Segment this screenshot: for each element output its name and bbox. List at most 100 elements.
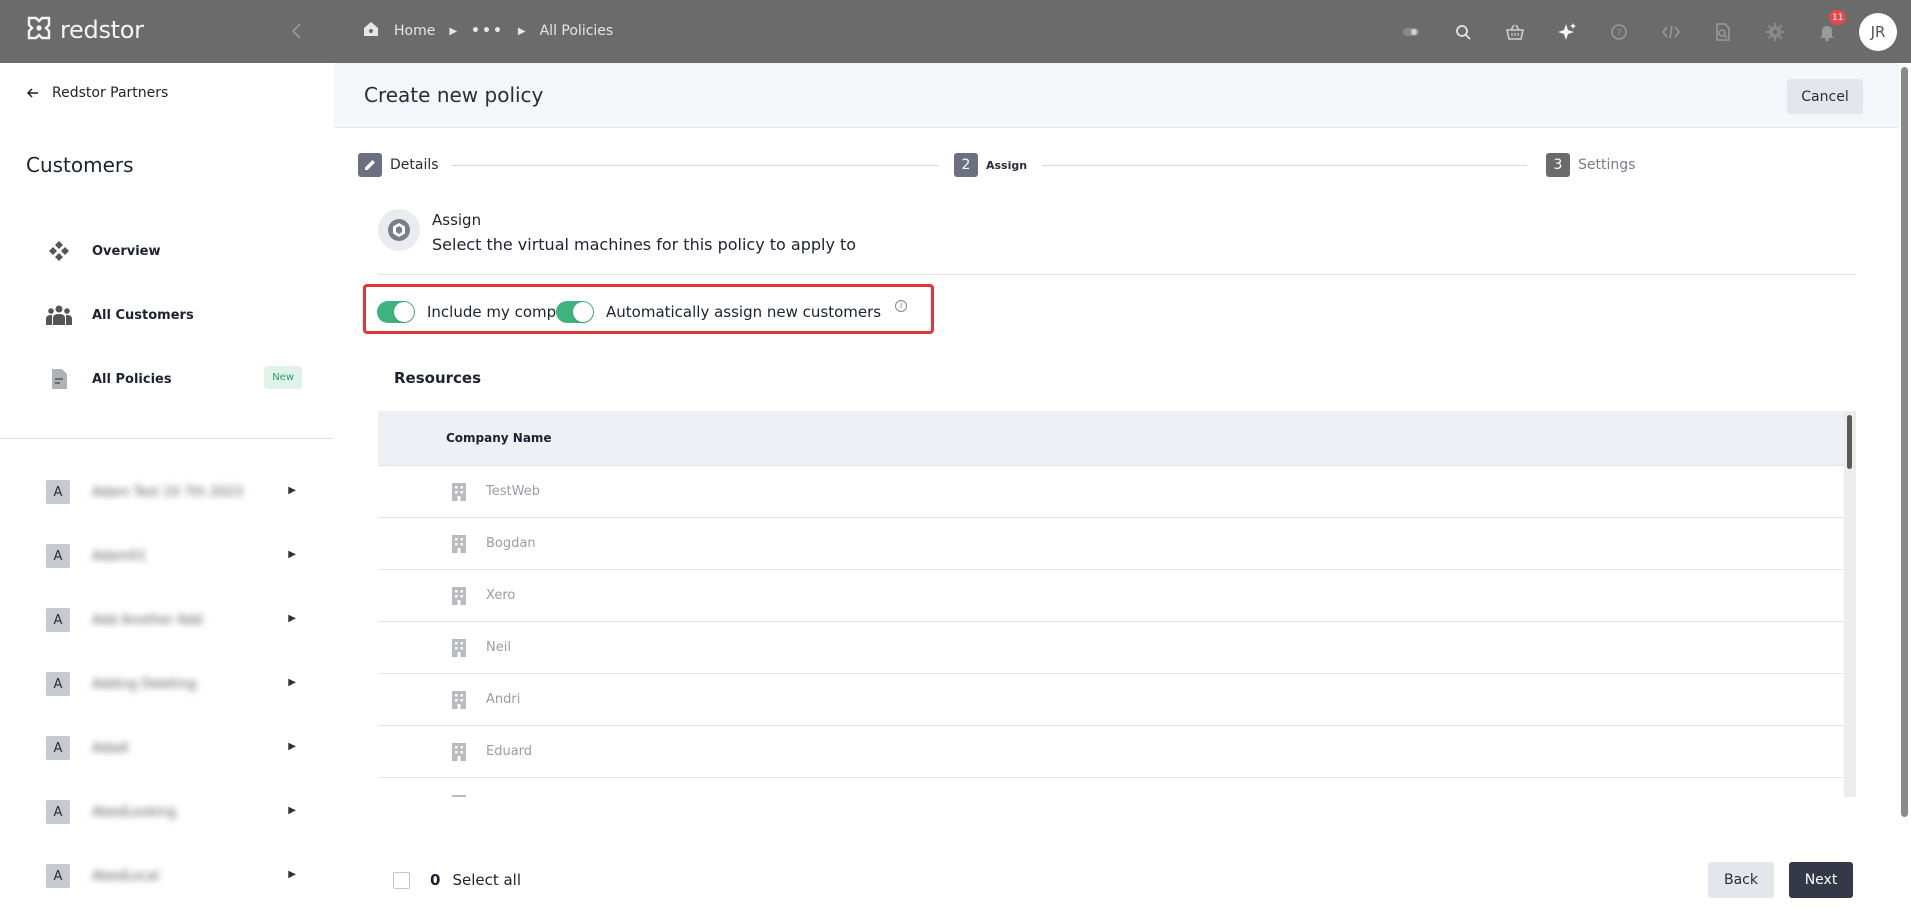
step-settings[interactable]: 3 Settings (1546, 153, 1635, 177)
step-details[interactable]: Details (358, 153, 439, 177)
customer-avatar: A (46, 800, 70, 824)
building-icon (452, 482, 466, 501)
sparkle-icon[interactable] (1541, 0, 1593, 63)
gear-icon[interactable] (1749, 0, 1801, 63)
breadcrumb-ellipsis[interactable]: ••• (471, 23, 504, 39)
caret-right-icon[interactable]: ▶ (288, 741, 296, 752)
back-button[interactable]: Back (1708, 862, 1774, 898)
collapse-sidebar-button[interactable] (286, 20, 308, 42)
building-icon (452, 534, 466, 553)
caret-right-icon[interactable]: ▶ (288, 485, 296, 496)
chevron-right-icon: ▶ (449, 25, 458, 37)
back-to-partners-link[interactable]: Redstor Partners (26, 85, 168, 101)
brand[interactable]: redstor (26, 14, 144, 46)
building-icon (452, 638, 466, 657)
table-row[interactable]: Eduard (378, 726, 1844, 778)
select-all-checkbox[interactable] (393, 871, 410, 889)
table-row[interactable]: Bogdan (378, 518, 1844, 570)
page-scrollbar[interactable] (1899, 63, 1911, 823)
toggle-switch[interactable] (377, 301, 415, 323)
step-number: 2 (954, 153, 978, 177)
customer-name: Adam01 (92, 548, 147, 564)
page-scrollbar-thumb[interactable] (1901, 67, 1908, 817)
doc-search-icon[interactable] (1697, 0, 1749, 63)
customer-name: Adadi (92, 740, 129, 756)
table-row[interactable] (378, 778, 1844, 797)
toggle-icon[interactable] (1385, 0, 1437, 63)
customer-name: AbedLooking (92, 804, 176, 820)
customer-list-item[interactable]: A Adding Deleting ▶ (46, 671, 296, 697)
column-header-company-name[interactable]: Company Name (446, 431, 552, 445)
caret-right-icon[interactable]: ▶ (288, 549, 296, 560)
step-number: 3 (1546, 153, 1570, 177)
avatar[interactable]: JR (1859, 12, 1897, 51)
caret-right-icon[interactable]: ▶ (288, 677, 296, 688)
customer-avatar: A (46, 736, 70, 760)
sidebar-item-label: Overview (92, 243, 161, 259)
customer-avatar: A (46, 864, 70, 888)
next-button[interactable]: Next (1789, 862, 1853, 898)
sidebar-item-label: All Customers (92, 307, 194, 323)
caret-right-icon[interactable]: ▶ (288, 613, 296, 624)
home-icon[interactable] (362, 20, 380, 42)
info-icon[interactable]: i (895, 300, 908, 312)
company-name: Neil (486, 640, 511, 655)
customer-list-item[interactable]: A Add Another Add ▶ (46, 607, 296, 633)
company-name: TestWeb (486, 484, 540, 499)
step-assign[interactable]: 2 Assign (954, 153, 1027, 177)
select-all-label: Select all (452, 871, 522, 889)
building-icon (452, 586, 466, 605)
toggles-highlight: Include my company Automatically assign … (363, 284, 934, 334)
users-icon (46, 302, 72, 328)
code-icon[interactable] (1645, 0, 1697, 63)
toggle-switch[interactable] (556, 301, 594, 323)
table-scrollbar[interactable] (1844, 411, 1856, 797)
back-link-label: Redstor Partners (52, 85, 169, 101)
sidebar-title: Customers (26, 153, 134, 177)
basket-icon[interactable] (1489, 0, 1541, 63)
redstor-logo-icon (26, 15, 52, 45)
customer-name: Add Another Add (92, 612, 203, 628)
table-row[interactable]: Neil (378, 622, 1844, 674)
customer-avatar: A (46, 544, 70, 568)
page-header: Create new policy Cancel (334, 63, 1899, 128)
customer-name: Adding Deleting (92, 676, 197, 692)
selected-count: 0 (430, 871, 441, 889)
help-icon[interactable]: ? (1593, 0, 1645, 63)
customer-list-item[interactable]: A AbedLocal ▶ (46, 863, 296, 889)
top-toolbar: ? 11 JR (1385, 0, 1911, 63)
select-all[interactable]: 0 Select all (393, 871, 521, 889)
company-name: Xero (486, 588, 516, 603)
breadcrumb-home[interactable]: Home (394, 23, 435, 39)
caret-right-icon[interactable]: ▶ (288, 805, 296, 816)
sidebar-item-all-customers[interactable]: All Customers (46, 300, 302, 330)
customer-list-item[interactable]: A Adam01 ▶ (46, 543, 296, 569)
include-company-toggle[interactable]: Include my company (377, 301, 584, 323)
cube-icon (378, 209, 420, 251)
table-row[interactable]: Andri (378, 674, 1844, 726)
bell-icon[interactable]: 11 (1801, 0, 1853, 63)
table-scrollbar-thumb[interactable] (1847, 415, 1852, 469)
sidebar-item-all-policies[interactable]: All Policies New (46, 364, 302, 394)
sidebar-item-label: All Policies (92, 371, 172, 387)
company-name: Eduard (486, 744, 533, 759)
search-icon[interactable] (1437, 0, 1489, 63)
main-content: Create new policy Cancel Details 2 Assig… (334, 63, 1911, 923)
cancel-button[interactable]: Cancel (1787, 79, 1863, 114)
auto-assign-toggle[interactable]: Automatically assign new customers i (556, 300, 908, 323)
table-row[interactable]: Xero (378, 570, 1844, 622)
sidebar-item-overview[interactable]: Overview (46, 236, 302, 266)
table-row[interactable]: TestWeb (378, 466, 1844, 518)
sidebar-divider (0, 438, 334, 439)
customer-list-item[interactable]: A AbedLooking ▶ (46, 799, 296, 825)
customer-list-item[interactable]: A Adadi ▶ (46, 735, 296, 761)
customer-avatar: A (46, 608, 70, 632)
customer-list-item[interactable]: A Adam Test 10 7th 2023 ▶ (46, 479, 296, 505)
section-subtitle: Select the virtual machines for this pol… (432, 235, 857, 254)
building-icon (452, 690, 466, 709)
step-connector (452, 165, 938, 166)
overview-icon (46, 238, 72, 264)
building-icon (452, 742, 466, 761)
customer-name: AbedLocal (92, 868, 160, 884)
caret-right-icon[interactable]: ▶ (288, 869, 296, 880)
